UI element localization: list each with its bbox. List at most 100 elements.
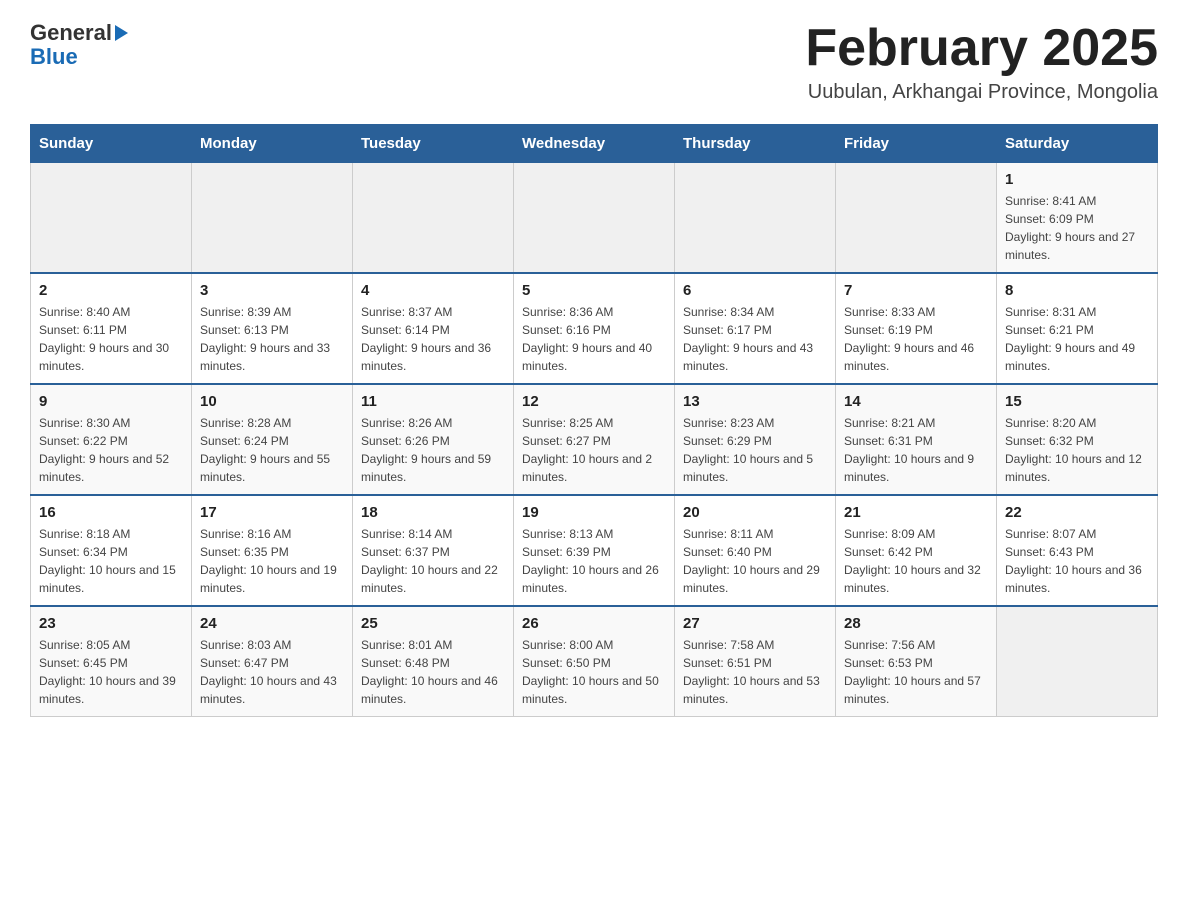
- day-of-week-header: Friday: [836, 125, 997, 163]
- calendar-day-cell: 12Sunrise: 8:25 AMSunset: 6:27 PMDayligh…: [514, 384, 675, 495]
- calendar-day-cell: [514, 163, 675, 274]
- calendar-day-cell: 15Sunrise: 8:20 AMSunset: 6:32 PMDayligh…: [997, 384, 1158, 495]
- day-info: Sunrise: 8:28 AMSunset: 6:24 PMDaylight:…: [200, 414, 344, 486]
- calendar-day-cell: 25 Sunrise: 8:01 AMSunset: 6:48 PMDayligh…: [353, 606, 514, 717]
- day-number: 22: [1005, 504, 1149, 521]
- day-of-week-header: Monday: [192, 125, 353, 163]
- day-info: Sunrise: 8:16 AMSunset: 6:35 PMDaylight:…: [200, 525, 344, 597]
- day-number: 11: [361, 393, 505, 410]
- day-number: 9: [39, 393, 183, 410]
- day-info: Sunrise: 8:25 AMSunset: 6:27 PMDaylight:…: [522, 414, 666, 486]
- day-number: 14: [844, 393, 988, 410]
- calendar-day-cell: 21 Sunrise: 8:09 AMSunset: 6:42 PMDayligh…: [836, 495, 997, 606]
- day-info: Sunrise: 8:07 AMSunset: 6:43 PMDaylight:…: [1005, 525, 1149, 597]
- calendar-day-cell: 27Sunrise: 7:58 AMSunset: 6:51 PMDayligh…: [675, 606, 836, 717]
- day-info: Sunrise: 8:20 AMSunset: 6:32 PMDaylight:…: [1005, 414, 1149, 486]
- day-number: 23: [39, 615, 183, 632]
- day-info: Sunrise: 8:36 AMSunset: 6:16 PMDaylight:…: [522, 303, 666, 375]
- day-number: 13: [683, 393, 827, 410]
- calendar-day-cell: [997, 606, 1158, 717]
- logo: General Blue: [30, 20, 128, 70]
- day-info: Sunrise: 8:30 AMSunset: 6:22 PMDaylight:…: [39, 414, 183, 486]
- day-info: Sunrise: 8:39 AMSunset: 6:13 PMDaylight:…: [200, 303, 344, 375]
- calendar-day-cell: [192, 163, 353, 274]
- calendar-body: 1 Sunrise: 8:41 AMSunset: 6:09 PMDaylight…: [31, 163, 1158, 717]
- calendar-day-cell: 20 Sunrise: 8:11 AMSunset: 6:40 PMDayligh…: [675, 495, 836, 606]
- day-info: Sunrise: 8:41 AMSunset: 6:09 PMDaylight:…: [1005, 192, 1149, 264]
- day-info: Sunrise: 8:05 AMSunset: 6:45 PMDaylight:…: [39, 636, 183, 708]
- logo-general-text: General: [30, 20, 112, 46]
- title-section: February 2025 Uubulan, Arkhangai Provinc…: [805, 20, 1158, 104]
- day-number: 19: [522, 504, 666, 521]
- day-info: Sunrise: 8:33 AMSunset: 6:19 PMDaylight:…: [844, 303, 988, 375]
- calendar-table: SundayMondayTuesdayWednesdayThursdayFrid…: [30, 124, 1158, 717]
- calendar-day-cell: 8 Sunrise: 8:31 AMSunset: 6:21 PMDaylight…: [997, 273, 1158, 384]
- day-number: 10: [200, 393, 344, 410]
- day-number: 24: [200, 615, 344, 632]
- calendar-day-cell: 9 Sunrise: 8:30 AMSunset: 6:22 PMDaylight…: [31, 384, 192, 495]
- day-number: 6: [683, 282, 827, 299]
- day-info: Sunrise: 8:03 AMSunset: 6:47 PMDaylight:…: [200, 636, 344, 708]
- day-info: Sunrise: 7:58 AMSunset: 6:51 PMDaylight:…: [683, 636, 827, 708]
- day-number: 2: [39, 282, 183, 299]
- calendar-day-cell: [836, 163, 997, 274]
- calendar-day-cell: 16 Sunrise: 8:18 AMSunset: 6:34 PMDayligh…: [31, 495, 192, 606]
- calendar-day-cell: [31, 163, 192, 274]
- day-of-week-header: Sunday: [31, 125, 192, 163]
- day-number: 1: [1005, 171, 1149, 188]
- day-info: Sunrise: 8:34 AMSunset: 6:17 PMDaylight:…: [683, 303, 827, 375]
- day-number: 7: [844, 282, 988, 299]
- calendar-day-cell: 14Sunrise: 8:21 AMSunset: 6:31 PMDayligh…: [836, 384, 997, 495]
- day-info: Sunrise: 8:40 AMSunset: 6:11 PMDaylight:…: [39, 303, 183, 375]
- day-info: Sunrise: 8:14 AMSunset: 6:37 PMDaylight:…: [361, 525, 505, 597]
- day-number: 16: [39, 504, 183, 521]
- day-number: 25: [361, 615, 505, 632]
- day-number: 20: [683, 504, 827, 521]
- calendar-day-cell: 17 Sunrise: 8:16 AMSunset: 6:35 PMDayligh…: [192, 495, 353, 606]
- day-info: Sunrise: 7:56 AMSunset: 6:53 PMDaylight:…: [844, 636, 988, 708]
- day-info: Sunrise: 8:01 AMSunset: 6:48 PMDaylight:…: [361, 636, 505, 708]
- day-of-week-header: Thursday: [675, 125, 836, 163]
- day-number: 3: [200, 282, 344, 299]
- calendar-day-cell: 22 Sunrise: 8:07 AMSunset: 6:43 PMDayligh…: [997, 495, 1158, 606]
- calendar-day-cell: 11 Sunrise: 8:26 AMSunset: 6:26 PMDayligh…: [353, 384, 514, 495]
- day-number: 21: [844, 504, 988, 521]
- logo-blue-text: Blue: [30, 44, 78, 70]
- day-number: 8: [1005, 282, 1149, 299]
- day-number: 18: [361, 504, 505, 521]
- logo-arrow-icon: [115, 25, 128, 41]
- day-number: 17: [200, 504, 344, 521]
- day-of-week-header: Wednesday: [514, 125, 675, 163]
- day-info: Sunrise: 8:23 AMSunset: 6:29 PMDaylight:…: [683, 414, 827, 486]
- calendar-day-cell: 2 Sunrise: 8:40 AMSunset: 6:11 PMDaylight…: [31, 273, 192, 384]
- day-info: Sunrise: 8:11 AMSunset: 6:40 PMDaylight:…: [683, 525, 827, 597]
- calendar-day-cell: 13 Sunrise: 8:23 AMSunset: 6:29 PMDayligh…: [675, 384, 836, 495]
- calendar-day-cell: 19 Sunrise: 8:13 AMSunset: 6:39 PMDayligh…: [514, 495, 675, 606]
- calendar-day-cell: 23 Sunrise: 8:05 AMSunset: 6:45 PMDayligh…: [31, 606, 192, 717]
- day-number: 5: [522, 282, 666, 299]
- calendar-day-cell: 10 Sunrise: 8:28 AMSunset: 6:24 PMDayligh…: [192, 384, 353, 495]
- calendar-day-cell: 1 Sunrise: 8:41 AMSunset: 6:09 PMDaylight…: [997, 163, 1158, 274]
- calendar-week-row: 1 Sunrise: 8:41 AMSunset: 6:09 PMDaylight…: [31, 163, 1158, 274]
- day-number: 28: [844, 615, 988, 632]
- calendar-day-cell: [675, 163, 836, 274]
- day-info: Sunrise: 8:18 AMSunset: 6:34 PMDaylight:…: [39, 525, 183, 597]
- day-info: Sunrise: 8:00 AMSunset: 6:50 PMDaylight:…: [522, 636, 666, 708]
- day-of-week-header: Saturday: [997, 125, 1158, 163]
- calendar-week-row: 2 Sunrise: 8:40 AMSunset: 6:11 PMDaylight…: [31, 273, 1158, 384]
- calendar-day-cell: 7 Sunrise: 8:33 AMSunset: 6:19 PMDaylight…: [836, 273, 997, 384]
- day-info: Sunrise: 8:09 AMSunset: 6:42 PMDaylight:…: [844, 525, 988, 597]
- calendar-day-cell: 24 Sunrise: 8:03 AMSunset: 6:47 PMDayligh…: [192, 606, 353, 717]
- calendar-week-row: 16 Sunrise: 8:18 AMSunset: 6:34 PMDayligh…: [31, 495, 1158, 606]
- calendar-subtitle: Uubulan, Arkhangai Province, Mongolia: [805, 81, 1158, 104]
- day-info: Sunrise: 8:37 AMSunset: 6:14 PMDaylight:…: [361, 303, 505, 375]
- calendar-header: SundayMondayTuesdayWednesdayThursdayFrid…: [31, 125, 1158, 163]
- calendar-week-row: 23 Sunrise: 8:05 AMSunset: 6:45 PMDayligh…: [31, 606, 1158, 717]
- calendar-day-cell: 4Sunrise: 8:37 AMSunset: 6:14 PMDaylight…: [353, 273, 514, 384]
- calendar-title: February 2025: [805, 20, 1158, 77]
- day-info: Sunrise: 8:13 AMSunset: 6:39 PMDaylight:…: [522, 525, 666, 597]
- day-info: Sunrise: 8:26 AMSunset: 6:26 PMDaylight:…: [361, 414, 505, 486]
- calendar-day-cell: 26Sunrise: 8:00 AMSunset: 6:50 PMDayligh…: [514, 606, 675, 717]
- calendar-week-row: 9 Sunrise: 8:30 AMSunset: 6:22 PMDaylight…: [31, 384, 1158, 495]
- day-info: Sunrise: 8:31 AMSunset: 6:21 PMDaylight:…: [1005, 303, 1149, 375]
